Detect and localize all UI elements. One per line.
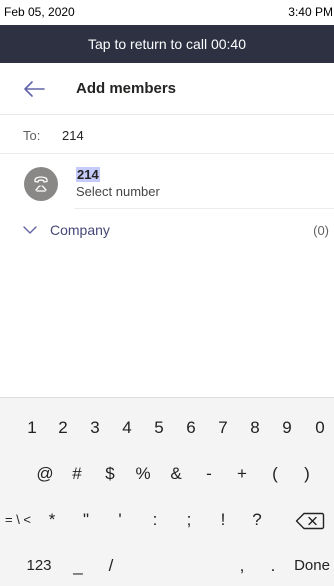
key-9[interactable]: 9 xyxy=(273,404,301,451)
key-hash[interactable]: # xyxy=(63,450,91,497)
key-double-quote[interactable]: " xyxy=(72,496,100,543)
key-3[interactable]: 3 xyxy=(81,404,109,451)
keyboard-row-symbols-1: @ # $ % & - + ( ) xyxy=(0,450,334,497)
key-colon[interactable]: : xyxy=(141,496,169,543)
avatar xyxy=(24,167,58,201)
key-at[interactable]: @ xyxy=(31,450,59,497)
to-input[interactable] xyxy=(62,122,322,148)
key-4[interactable]: 4 xyxy=(113,404,141,451)
group-label: Company xyxy=(50,222,110,238)
key-asterisk[interactable]: * xyxy=(38,496,66,543)
to-field-row: To: xyxy=(0,116,334,154)
group-count: (0) xyxy=(313,223,329,238)
key-ampersand[interactable]: & xyxy=(162,450,190,497)
key-space[interactable] xyxy=(130,542,222,586)
contact-number-match: 214 xyxy=(76,167,100,182)
key-2[interactable]: 2 xyxy=(49,404,77,451)
contact-suggestion[interactable]: 214 Select number xyxy=(0,155,334,209)
key-1[interactable]: 1 xyxy=(18,404,46,451)
key-open-paren[interactable]: ( xyxy=(261,450,289,497)
company-group-row[interactable]: Company (0) xyxy=(0,212,334,248)
return-to-call-banner[interactable]: Tap to return to call 00:40 xyxy=(0,25,334,63)
key-plus[interactable]: + xyxy=(228,450,256,497)
key-apostrophe[interactable]: ' xyxy=(106,496,134,543)
divider xyxy=(74,208,334,209)
key-close-paren[interactable]: ) xyxy=(293,450,321,497)
key-slash[interactable]: / xyxy=(97,542,125,586)
key-dollar[interactable]: $ xyxy=(96,450,124,497)
keyboard-row-symbols-2: = \ < * " ' : ; ! ? xyxy=(0,496,334,543)
keyboard-row-numbers: 1 2 3 4 5 6 7 8 9 0 xyxy=(0,404,334,451)
symbol-keyboard: 1 2 3 4 5 6 7 8 9 0 @ # $ % & - + ( ) = … xyxy=(0,397,334,586)
key-underscore[interactable]: _ xyxy=(64,542,92,586)
key-5[interactable]: 5 xyxy=(145,404,173,451)
status-time: 3:40 PM xyxy=(288,5,333,19)
to-label: To: xyxy=(23,128,41,143)
key-semicolon[interactable]: ; xyxy=(175,496,203,543)
key-8[interactable]: 8 xyxy=(241,404,269,451)
key-exclamation[interactable]: ! xyxy=(209,496,237,543)
contact-number: 214 xyxy=(76,167,100,182)
key-0[interactable]: 0 xyxy=(306,404,334,451)
status-bar: Feb 05, 2020 3:40 PM xyxy=(0,0,334,25)
return-to-call-text: Tap to return to call 00:40 xyxy=(88,36,246,52)
key-done[interactable]: Done xyxy=(290,542,334,586)
key-6[interactable]: 6 xyxy=(177,404,205,451)
key-percent[interactable]: % xyxy=(129,450,157,497)
key-7[interactable]: 7 xyxy=(209,404,237,451)
arrow-left-icon[interactable] xyxy=(22,79,46,99)
key-minus[interactable]: - xyxy=(195,450,223,497)
status-date: Feb 05, 2020 xyxy=(4,5,75,19)
key-period[interactable]: . xyxy=(259,542,287,586)
key-comma[interactable]: , xyxy=(228,542,256,586)
chevron-down-icon xyxy=(22,223,38,239)
keyboard-row-bottom: 123 _ / , . Done xyxy=(0,542,334,586)
key-question[interactable]: ? xyxy=(243,496,271,543)
key-123[interactable]: 123 xyxy=(18,542,60,586)
backspace-icon[interactable] xyxy=(290,496,330,543)
page-title: Add members xyxy=(76,80,177,97)
phone-handset-icon xyxy=(34,176,48,192)
contact-subtitle: Select number xyxy=(76,184,160,199)
key-more-symbols[interactable]: = \ < xyxy=(0,496,36,543)
app-header: Add members xyxy=(0,63,334,115)
